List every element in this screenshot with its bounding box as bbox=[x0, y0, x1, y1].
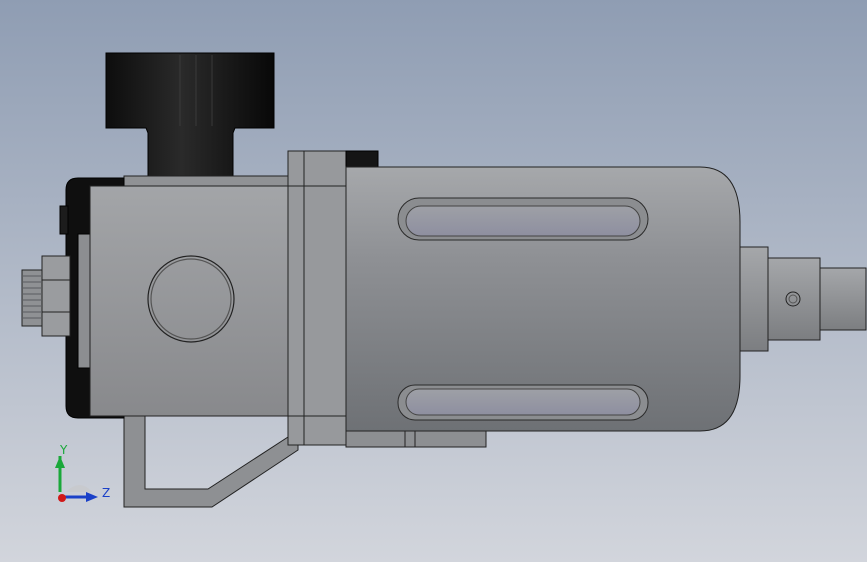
regulator-body bbox=[89, 185, 291, 417]
sight-window-top bbox=[397, 197, 649, 241]
axis-label-z: Z bbox=[102, 486, 110, 500]
cad-drawing: Y Z bbox=[0, 0, 867, 562]
axis-label-y: Y bbox=[59, 443, 68, 457]
cad-viewport[interactable]: Y Z bbox=[0, 0, 867, 562]
body-top-collar bbox=[123, 175, 293, 187]
sight-window-bottom bbox=[397, 384, 649, 421]
